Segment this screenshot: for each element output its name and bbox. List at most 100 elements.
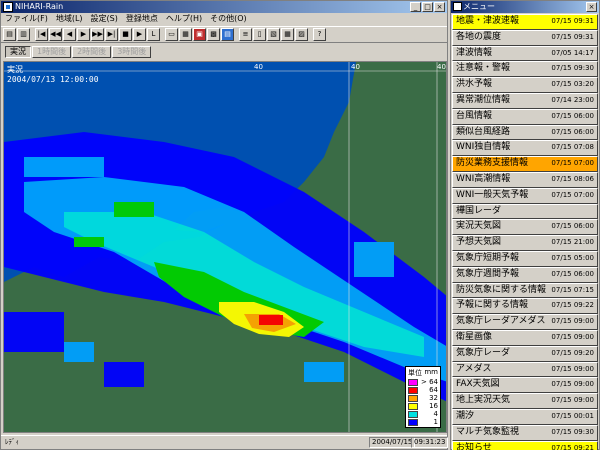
menu-item[interactable]: 予想天気図 07/15 21:00 bbox=[452, 235, 598, 251]
radar-window: NIHARI-Rain _ □ × ファイル(F) 地域(L) 設定(S) 登録… bbox=[0, 0, 449, 450]
menu-item-time: 07/15 06:00 bbox=[551, 127, 594, 136]
menu-item-time: 07/15 03:20 bbox=[551, 80, 594, 89]
menu-item[interactable]: 衛星画像 07/15 09:00 bbox=[452, 329, 598, 346]
menu-item[interactable]: 防災業務支援情報 07/15 07:00 bbox=[452, 156, 598, 172]
observation-time: 2004/07/13 12:00:00 bbox=[7, 75, 99, 84]
last-frame-icon[interactable]: ▶| bbox=[105, 28, 118, 41]
menu-item-label: 津波情報 bbox=[456, 47, 493, 58]
help-icon[interactable]: ? bbox=[313, 28, 326, 41]
menu-item[interactable]: 気象庁週間予報 07/15 06:00 bbox=[452, 266, 598, 283]
loop-icon[interactable]: L bbox=[147, 28, 160, 41]
menu-registered-points[interactable]: 登録地点 bbox=[126, 13, 158, 25]
menu-item[interactable]: 注意報・警報 07/15 09:30 bbox=[452, 61, 598, 78]
menu-settings[interactable]: 設定(S) bbox=[91, 13, 118, 25]
menu-item[interactable]: お知らせ 07/15 09:21 bbox=[452, 440, 598, 450]
menu-item-label: 潮汐 bbox=[456, 410, 475, 421]
tab-2h[interactable]: 2時間後 bbox=[72, 45, 112, 58]
menu-item[interactable]: 地震・津波速報 07/15 09:31 bbox=[452, 14, 598, 30]
menu-item-time: 07/15 09:30 bbox=[551, 427, 594, 436]
window-title: NIHARI-Rain bbox=[15, 2, 64, 11]
legend-level: > 64 bbox=[421, 378, 438, 386]
first-frame-icon[interactable]: |◀ bbox=[35, 28, 48, 41]
menu-item[interactable]: 予報に関する情報 07/15 09:22 bbox=[452, 298, 598, 315]
menu-file[interactable]: ファイル(F) bbox=[5, 13, 48, 25]
menu-list: 地震・津波速報 07/15 09:31 各地の震度 07/15 09:31 津波情報 07… bbox=[452, 14, 598, 450]
window-icon[interactable]: ▭ bbox=[165, 28, 178, 41]
overlay-icon[interactable]: ▣ bbox=[193, 28, 206, 41]
menu-item[interactable]: アメダス 07/15 09:00 bbox=[452, 361, 598, 378]
tab-current[interactable]: 実況 bbox=[5, 45, 31, 58]
tab-1h[interactable]: 1時間後 bbox=[32, 45, 72, 58]
menu-item[interactable]: マルチ気象監視 07/15 09:30 bbox=[452, 424, 598, 441]
menu-item-label: 気象庁週間予報 bbox=[456, 268, 520, 279]
palette-icon[interactable]: ▤ bbox=[221, 28, 234, 41]
legend-swatch bbox=[408, 378, 418, 386]
menu-item[interactable]: 樺国レーダ bbox=[452, 203, 598, 220]
menu-item-time: 07/15 09:22 bbox=[551, 301, 594, 310]
rain-legend: 単位 mm > 64 64 32 16 4 1 bbox=[405, 366, 441, 428]
menu-item-label: WNI独自情報 bbox=[456, 142, 511, 153]
list-icon[interactable]: ≡ bbox=[239, 28, 252, 41]
menu-item[interactable]: 台風情報 07/15 06:00 bbox=[452, 108, 598, 125]
menu-item[interactable]: 洪水予報 07/15 03:20 bbox=[452, 77, 598, 93]
print-icon[interactable]: ▥ bbox=[17, 28, 30, 41]
grid-icon[interactable]: ▩ bbox=[207, 28, 220, 41]
menu-item-time: 07/05 14:17 bbox=[551, 48, 594, 57]
menu-item-label: 異常潮位情報 bbox=[456, 94, 511, 105]
menu-other[interactable]: その他(O) bbox=[210, 13, 247, 25]
menu-close-button[interactable]: × bbox=[586, 2, 597, 12]
play-icon[interactable]: ▶ bbox=[133, 28, 146, 41]
menu-item[interactable]: 津波情報 07/05 14:17 bbox=[452, 45, 598, 62]
menu-item[interactable]: 各地の震度 07/15 09:31 bbox=[452, 29, 598, 46]
grid-label: 40 bbox=[254, 63, 263, 71]
menu-item-time: 07/15 09:21 bbox=[551, 443, 594, 450]
menu-item-time: 07/15 07:00 bbox=[551, 190, 594, 199]
menu-bar: ファイル(F) 地域(L) 設定(S) 登録地点 ヘルプ(H) その他(O) bbox=[1, 13, 447, 25]
menu-item[interactable]: 気象庁レーダアメダス 07/15 09:00 bbox=[452, 314, 598, 330]
stop-icon[interactable]: ■ bbox=[119, 28, 132, 41]
menu-item[interactable]: WNI高潮情報 07/15 08:06 bbox=[452, 171, 598, 188]
legend-level: 16 bbox=[429, 402, 438, 410]
menu-item[interactable]: WNI一般天気予報 07/15 07:00 bbox=[452, 187, 598, 204]
menu-item[interactable]: 地上実況天気 07/15 09:00 bbox=[452, 393, 598, 409]
menu-item-time: 07/15 09:00 bbox=[551, 317, 594, 326]
menu-item-label: 衛星画像 bbox=[456, 331, 493, 342]
close-button[interactable]: × bbox=[434, 2, 445, 12]
menu-item[interactable]: 気象庁短期予報 07/15 05:00 bbox=[452, 250, 598, 267]
radar-map[interactable]: 実況 2004/07/13 12:00:00 40 40 40 単位 mm > … bbox=[3, 61, 447, 433]
table-icon[interactable]: ▦ bbox=[281, 28, 294, 41]
menu-item[interactable]: 防災気象に関する情報 07/15 07:15 bbox=[452, 282, 598, 299]
legend-swatch bbox=[408, 402, 418, 410]
document-icon[interactable]: ▯ bbox=[253, 28, 266, 41]
menu-item-label: 注意報・警報 bbox=[456, 63, 511, 74]
rewind-icon[interactable]: ◀◀ bbox=[49, 28, 62, 41]
legend-swatch bbox=[408, 410, 418, 418]
prev-frame-icon[interactable]: ◀ bbox=[63, 28, 76, 41]
next-frame-icon[interactable]: ▶ bbox=[77, 28, 90, 41]
zoom-icon[interactable]: ▦ bbox=[179, 28, 192, 41]
radar-image bbox=[4, 62, 446, 432]
menu-item-label: 樺国レーダ bbox=[456, 205, 502, 216]
menu-region[interactable]: 地域(L) bbox=[56, 13, 83, 25]
menu-item-time: 07/15 09:30 bbox=[551, 64, 594, 73]
grid-label: 40 bbox=[437, 63, 446, 71]
menu-item[interactable]: 異常潮位情報 07/14 23:00 bbox=[452, 92, 598, 109]
menu-item[interactable]: 実況天気図 07/15 06:00 bbox=[452, 219, 598, 236]
map-icon[interactable]: ▨ bbox=[295, 28, 308, 41]
menu-help[interactable]: ヘルプ(H) bbox=[166, 13, 202, 25]
menu-item[interactable]: 気象庁レーダ 07/15 09:20 bbox=[452, 345, 598, 362]
menu-item-label: 各地の震度 bbox=[456, 31, 502, 42]
maximize-button[interactable]: □ bbox=[422, 2, 433, 12]
minimize-button[interactable]: _ bbox=[410, 2, 421, 12]
open-icon[interactable]: ▤ bbox=[3, 28, 16, 41]
menu-item[interactable]: FAX天気図 07/15 09:00 bbox=[452, 377, 598, 394]
menu-item[interactable]: 類似台風経路 07/15 06:00 bbox=[452, 124, 598, 141]
menu-item[interactable]: 潮汐 07/15 00:01 bbox=[452, 408, 598, 425]
menu-item-time: 07/15 09:20 bbox=[551, 348, 594, 357]
menu-item-label: 類似台風経路 bbox=[456, 126, 511, 137]
tab-3h[interactable]: 3時間後 bbox=[112, 45, 152, 58]
menu-item[interactable]: WNI独自情報 07/15 07:08 bbox=[452, 140, 598, 157]
settings-icon[interactable]: ▧ bbox=[267, 28, 280, 41]
fast-forward-icon[interactable]: ▶▶ bbox=[91, 28, 104, 41]
mode-label: 実況 bbox=[7, 65, 23, 74]
